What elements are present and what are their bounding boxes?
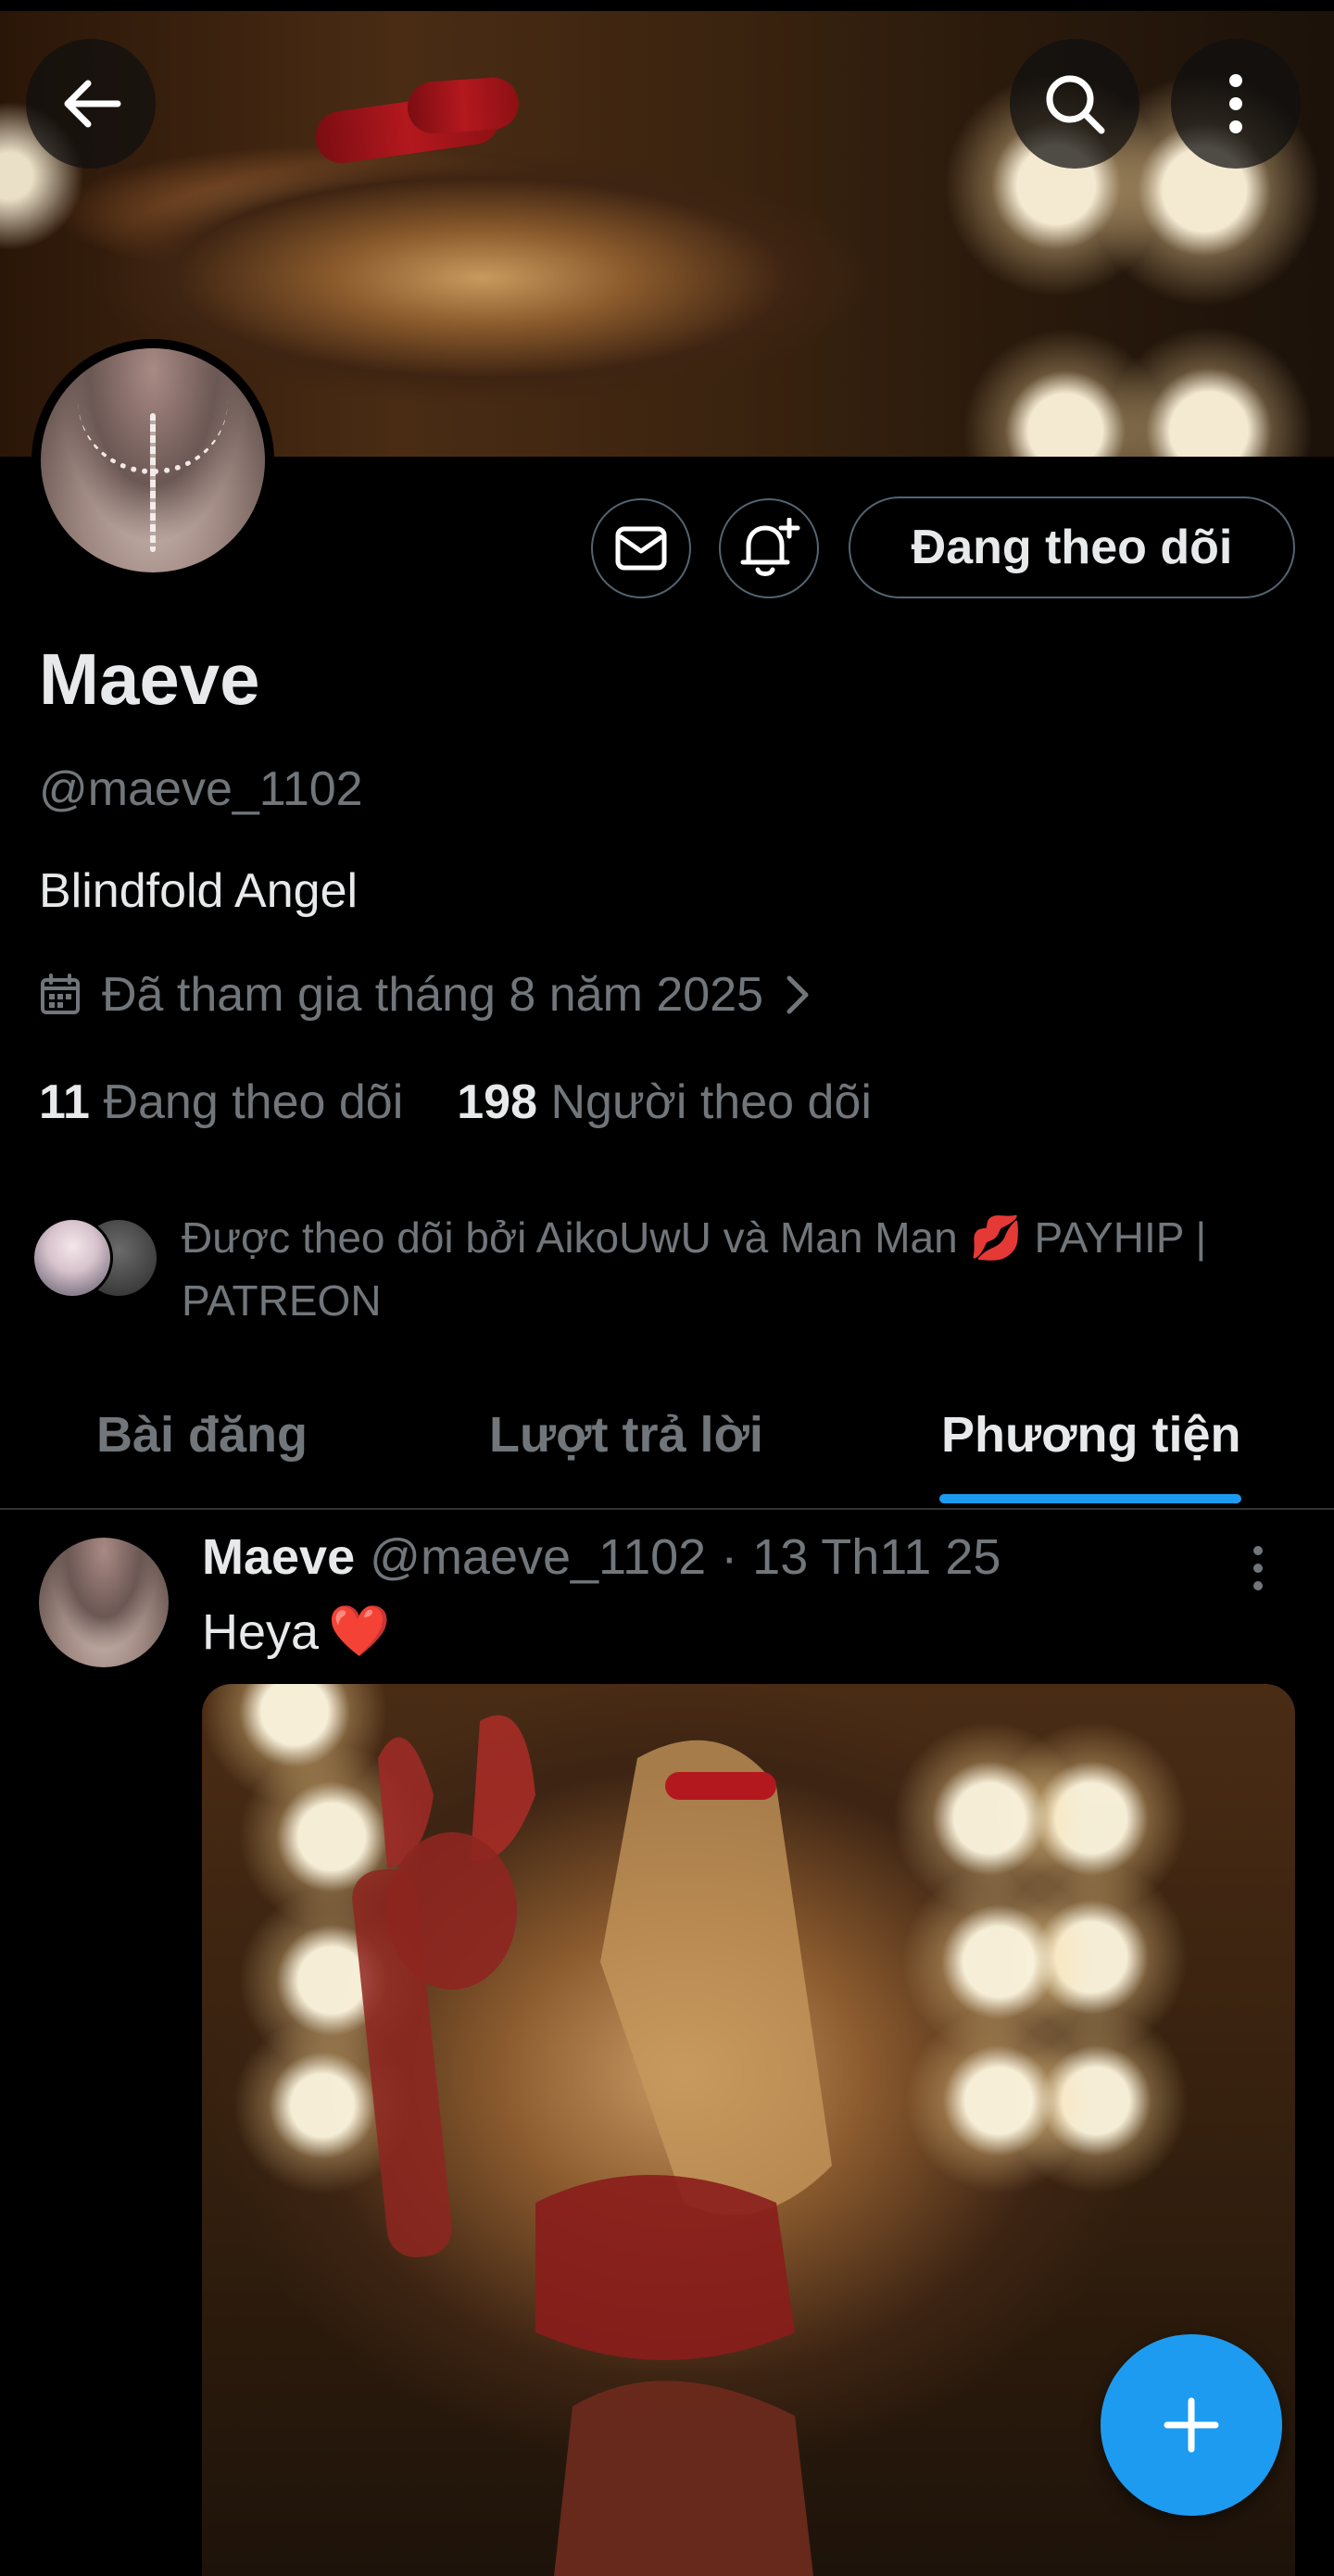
- following-count: 11: [39, 1075, 90, 1129]
- post-separator: ·: [721, 1529, 738, 1585]
- post-author-handle[interactable]: @maeve_1102: [370, 1528, 706, 1586]
- notification-button[interactable]: [719, 498, 819, 598]
- calendar-icon: [41, 974, 80, 1014]
- more-options-button[interactable]: [1171, 39, 1301, 169]
- post-more-button[interactable]: [1251, 1545, 1265, 1596]
- followed-by-text: Được theo dõi bởi AikoUwU và Man Man 💋 P…: [182, 1213, 1207, 1325]
- followers-count: 198: [457, 1075, 538, 1129]
- post-text: Heya ❤️: [202, 1602, 390, 1661]
- followed-by-avatars: [31, 1206, 161, 1299]
- avatar-image: [41, 348, 265, 572]
- follow-stats: 11 Đang theo dõi 198 Người theo dõi: [39, 1074, 872, 1130]
- profile-name: Maeve: [39, 638, 260, 720]
- post-author-avatar[interactable]: [39, 1538, 169, 1667]
- joined-date-row[interactable]: Đã tham gia tháng 8 năm 2025: [39, 967, 812, 1023]
- tab-posts[interactable]: Bài đăng: [96, 1406, 308, 1464]
- heart-emoji: ❤️: [328, 1603, 391, 1659]
- message-button[interactable]: [591, 498, 691, 598]
- tab-media[interactable]: Phương tiện: [941, 1406, 1240, 1464]
- followers-label: Người theo dõi: [550, 1075, 872, 1129]
- post-date[interactable]: 13 Th11 25: [752, 1528, 1000, 1586]
- following-stat[interactable]: 11 Đang theo dõi: [39, 1074, 403, 1130]
- profile-handle: @maeve_1102: [39, 762, 363, 816]
- more-vertical-icon: [1253, 1546, 1263, 1590]
- following-label: Đang theo dõi: [103, 1075, 404, 1129]
- more-vertical-icon: [1229, 74, 1242, 133]
- mail-icon: [615, 526, 667, 571]
- post-text-content: Heya: [202, 1603, 320, 1660]
- status-bar-strip: [0, 0, 1334, 11]
- tab-replies[interactable]: Lượt trả lời: [489, 1406, 763, 1464]
- post-header: Maeve @maeve_1102 · 13 Th11 25: [202, 1528, 1000, 1586]
- joined-date-text: Đã tham gia tháng 8 năm 2025: [102, 968, 764, 1022]
- chevron-right-icon: [787, 975, 809, 1014]
- followers-stat[interactable]: 198 Người theo dõi: [457, 1074, 872, 1130]
- mutual-avatar: [31, 1217, 113, 1299]
- back-arrow-icon: [64, 80, 121, 128]
- search-button[interactable]: [1010, 39, 1139, 169]
- followed-by-row[interactable]: Được theo dõi bởi AikoUwU và Man Man 💋 P…: [31, 1206, 1291, 1332]
- profile-bio: Blindfold Angel: [39, 864, 359, 918]
- following-button[interactable]: Đang theo dõi: [849, 496, 1295, 598]
- bell-plus-icon: [740, 518, 800, 576]
- banner-detail: [406, 75, 521, 136]
- plus-icon: [1164, 2397, 1219, 2453]
- back-button[interactable]: [26, 39, 156, 169]
- profile-tabs: Bài đăng Lượt trả lời Phương tiện: [0, 1380, 1334, 1510]
- search-icon: [1046, 75, 1105, 134]
- post-author-name[interactable]: Maeve: [202, 1528, 355, 1586]
- compose-post-button[interactable]: [1101, 2334, 1282, 2516]
- active-tab-indicator: [939, 1494, 1241, 1503]
- profile-avatar[interactable]: [31, 339, 274, 582]
